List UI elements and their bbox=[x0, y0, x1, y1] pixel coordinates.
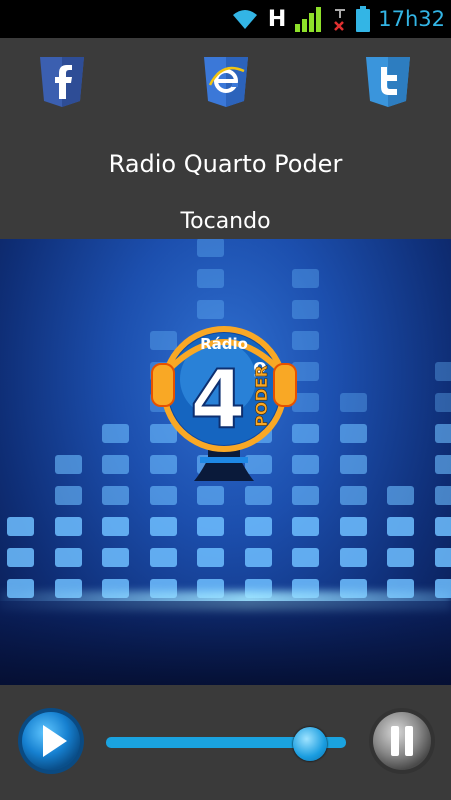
equalizer-bar-cell bbox=[102, 424, 129, 443]
equalizer-bar-cell bbox=[434, 393, 451, 412]
logo-top-text: Rádio bbox=[200, 335, 248, 353]
equalizer-bar-cell bbox=[434, 486, 451, 505]
logo-side-text: PODER bbox=[252, 365, 271, 427]
equalizer-bar-cell bbox=[292, 269, 319, 288]
equalizer-bar-cell bbox=[197, 269, 224, 288]
equalizer-bar-cell bbox=[149, 548, 177, 567]
equalizer-bar-cell bbox=[434, 455, 451, 474]
equalizer-bar-cell bbox=[102, 548, 129, 567]
pause-button[interactable] bbox=[368, 707, 436, 775]
station-artwork: Rádio 4 º PODER bbox=[0, 239, 451, 685]
equalizer-bar-cell bbox=[197, 517, 224, 536]
equalizer-bar-cell bbox=[149, 517, 177, 536]
equalizer-bar-cell bbox=[339, 424, 367, 443]
equalizer-bar-cell bbox=[54, 455, 82, 474]
volume-slider-thumb[interactable] bbox=[293, 727, 327, 761]
equalizer-bar-cell bbox=[197, 548, 224, 567]
station-logo: Rádio 4 º PODER bbox=[151, 326, 297, 481]
equalizer-bar-cell bbox=[197, 239, 224, 257]
no-sim-icon bbox=[334, 9, 346, 31]
wifi-icon bbox=[232, 10, 257, 29]
equalizer-bar-cell bbox=[102, 455, 129, 474]
facebook-icon[interactable] bbox=[38, 55, 86, 107]
equalizer-bar-cell bbox=[434, 424, 451, 443]
internet-explorer-icon[interactable] bbox=[202, 55, 250, 107]
equalizer-bar-cell bbox=[434, 548, 451, 567]
equalizer-bar-cell bbox=[339, 455, 367, 474]
playback-status: Tocando bbox=[180, 209, 271, 234]
equalizer-bar-cell bbox=[102, 486, 129, 505]
equalizer-bar-cell bbox=[292, 548, 319, 567]
equalizer-bar-cell bbox=[339, 517, 367, 536]
floor-reflection bbox=[0, 601, 451, 685]
header-area: Radio Quarto Poder Tocando bbox=[0, 38, 451, 239]
battery-icon bbox=[356, 6, 371, 32]
equalizer-bar-cell bbox=[54, 486, 82, 505]
equalizer-bar-cell bbox=[7, 517, 34, 536]
equalizer-bar-cell bbox=[54, 517, 82, 536]
play-icon bbox=[18, 708, 84, 774]
equalizer-bar-cell bbox=[339, 486, 367, 505]
equalizer-bar-cell bbox=[387, 548, 414, 567]
player-controls bbox=[0, 685, 451, 800]
equalizer-bar-cell bbox=[244, 548, 272, 567]
logo-number: 4 bbox=[190, 353, 246, 446]
status-bar: H 17h32 bbox=[0, 0, 451, 38]
twitter-icon[interactable] bbox=[364, 55, 412, 107]
equalizer-bar-cell bbox=[387, 486, 414, 505]
equalizer-bar-cell bbox=[7, 548, 34, 567]
equalizer-bar-cell bbox=[434, 362, 451, 381]
station-title: Radio Quarto Poder bbox=[108, 150, 343, 178]
network-type-label: H bbox=[267, 6, 287, 32]
equalizer-bar-cell bbox=[387, 517, 414, 536]
signal-icon bbox=[295, 7, 322, 32]
equalizer-bar-cell bbox=[244, 517, 272, 536]
equalizer-bar-cell bbox=[339, 548, 367, 567]
equalizer-bar-cell bbox=[339, 393, 367, 412]
equalizer-bar-cell bbox=[292, 517, 319, 536]
pause-icon bbox=[369, 708, 435, 774]
equalizer-bar-cell bbox=[102, 517, 129, 536]
play-button[interactable] bbox=[17, 707, 85, 775]
equalizer-bar-cell bbox=[434, 517, 451, 536]
clock: 17h32 bbox=[378, 7, 445, 31]
equalizer-bar-cell bbox=[54, 548, 82, 567]
